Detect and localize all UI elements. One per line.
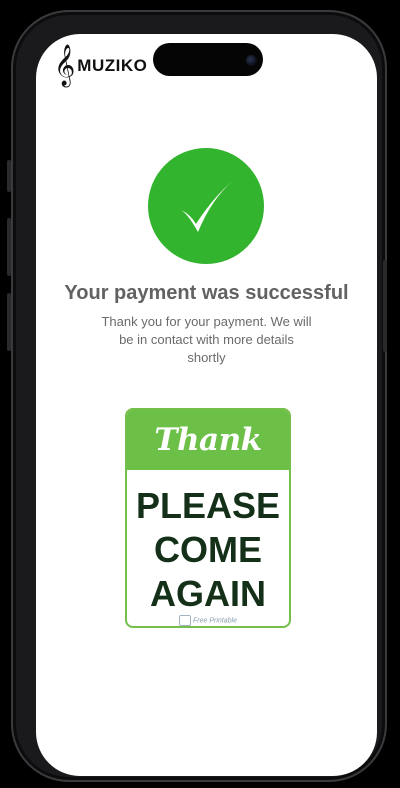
sign-line-3: AGAIN bbox=[150, 573, 266, 614]
volume-up-button bbox=[7, 218, 11, 276]
app-logo[interactable]: 𝄞 MUZIKO bbox=[54, 48, 147, 84]
sign-line-1: PLEASE bbox=[135, 485, 281, 526]
screen: 𝄞 MUZIKO Your payment was successful Tha… bbox=[36, 34, 377, 776]
sign-watermark: Free Printable bbox=[127, 615, 289, 626]
success-title: Your payment was successful bbox=[64, 282, 349, 304]
brand-name: MUZIKO bbox=[77, 56, 148, 75]
success-message: Thank you for your payment. We will be i… bbox=[36, 313, 377, 367]
sign-body: PLEASE COME AGAIN bbox=[127, 472, 289, 616]
action-button bbox=[7, 160, 11, 192]
printer-icon bbox=[179, 615, 192, 626]
check-icon bbox=[181, 180, 234, 232]
power-button bbox=[383, 260, 387, 352]
success-check-badge bbox=[148, 148, 264, 264]
thank-you-sign-image: Thank You PLEASE COME AGAIN Free Printab… bbox=[125, 408, 291, 628]
camera-icon bbox=[246, 55, 257, 66]
watermark-text: Free Printable bbox=[193, 617, 237, 625]
phone-frame: 𝄞 MUZIKO Your payment was successful Tha… bbox=[7, 10, 387, 782]
volume-down-button bbox=[7, 293, 11, 351]
sign-header: Thank You bbox=[127, 410, 289, 518]
success-message-text: Thank you for your payment. We will be i… bbox=[101, 314, 312, 365]
sign-line-2: COME bbox=[154, 529, 262, 570]
treble-clef-icon: 𝄞 bbox=[54, 45, 76, 86]
